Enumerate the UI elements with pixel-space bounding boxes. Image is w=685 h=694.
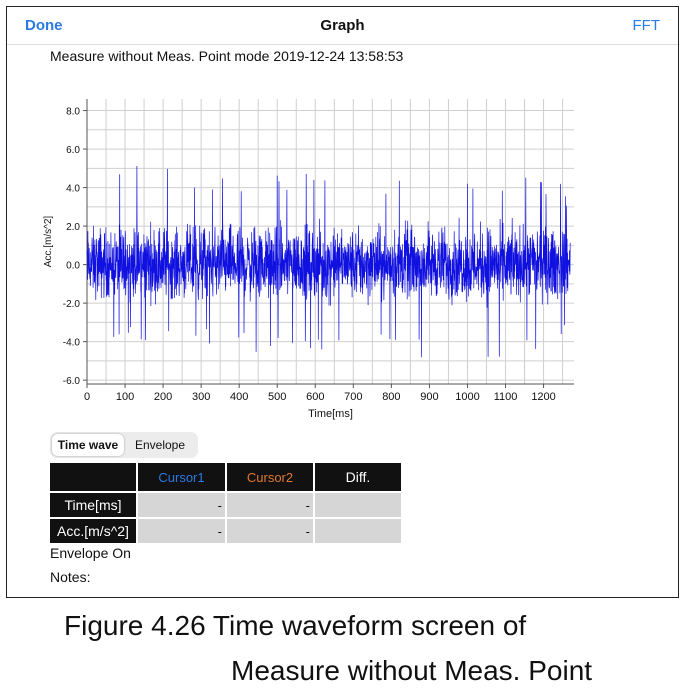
waveform-series-line (86, 165, 571, 358)
y-tick-label: -4.0 (63, 338, 81, 349)
time-cursor1-value: - (138, 493, 225, 517)
x-axis-label: Time[ms] (308, 408, 353, 420)
x-tick-label: 700 (344, 391, 362, 403)
x-tick-label: 0 (84, 391, 90, 403)
y-tick-label: 6.0 (66, 145, 80, 156)
envelope-status: Envelope On (50, 545, 131, 561)
figure-caption-line1: Figure 4.26 Time waveform screen of (64, 610, 527, 641)
notes-label: Notes: (50, 569, 91, 585)
header-cursor1: Cursor1 (138, 463, 225, 491)
x-tick-label: 800 (382, 391, 400, 403)
x-tick-label: 200 (154, 391, 172, 403)
x-tick-label: 1200 (531, 391, 555, 403)
y-tick-label: -2.0 (63, 299, 81, 310)
y-tick-label: 2.0 (66, 222, 80, 233)
x-tick-label: 300 (192, 391, 210, 403)
x-tick-label: 100 (116, 391, 134, 403)
x-tick-label: 600 (306, 391, 324, 403)
app-window: Done Graph FFT Measure without Meas. Poi… (6, 6, 679, 598)
tab-time-wave[interactable]: Time wave (52, 434, 124, 456)
acc-diff-value (315, 519, 401, 543)
row-label-time: Time[ms] (50, 493, 136, 517)
header-corner (50, 463, 136, 491)
time-cursor2-value: - (227, 493, 313, 517)
acc-cursor2-value: - (227, 519, 313, 543)
y-tick-label: 0.0 (66, 261, 80, 272)
screen-title: Graph (320, 17, 365, 34)
x-tick-label: 400 (230, 391, 248, 403)
y-tick-label: 4.0 (66, 184, 80, 195)
table-row: Time[ms] - - (50, 493, 403, 519)
time-diff-value (315, 493, 401, 517)
acc-cursor1-value: - (138, 519, 225, 543)
row-label-acc: Acc.[m/s^2] (50, 519, 136, 543)
table-row: Acc.[m/s^2] - - (50, 519, 403, 545)
y-tick-label: 8.0 (66, 107, 80, 118)
header-cursor2: Cursor2 (227, 463, 313, 491)
header-diff: Diff. (315, 463, 401, 491)
waveform-chart[interactable]: 0 100 200 300 400 500 600 700 800 900 1000 1100 1200… (37, 91, 577, 427)
measurement-title: Measure without Meas. Point mode 2019-12… (50, 48, 404, 64)
fft-button[interactable]: FFT (633, 17, 661, 34)
x-tick-label: 900 (420, 391, 438, 403)
x-tick-label: 500 (268, 391, 286, 403)
view-segmented-control[interactable]: Time wave Envelope (50, 432, 198, 458)
cursor-table-header-row: Cursor1 Cursor2 Diff. (50, 463, 403, 493)
figure-caption-line2: Measure without Meas. Point (231, 655, 593, 686)
y-axis-label: Acc.[m/s^2] (43, 216, 54, 268)
x-tick-label: 1100 (494, 391, 518, 403)
tab-envelope[interactable]: Envelope (124, 434, 196, 456)
x-tick-label: 1000 (455, 391, 479, 403)
navigation-bar: Done Graph FFT (7, 7, 678, 45)
y-tick-label: -6.0 (63, 376, 81, 387)
cursor-table: Cursor1 Cursor2 Diff. Time[ms] - - Acc.[… (50, 463, 403, 545)
